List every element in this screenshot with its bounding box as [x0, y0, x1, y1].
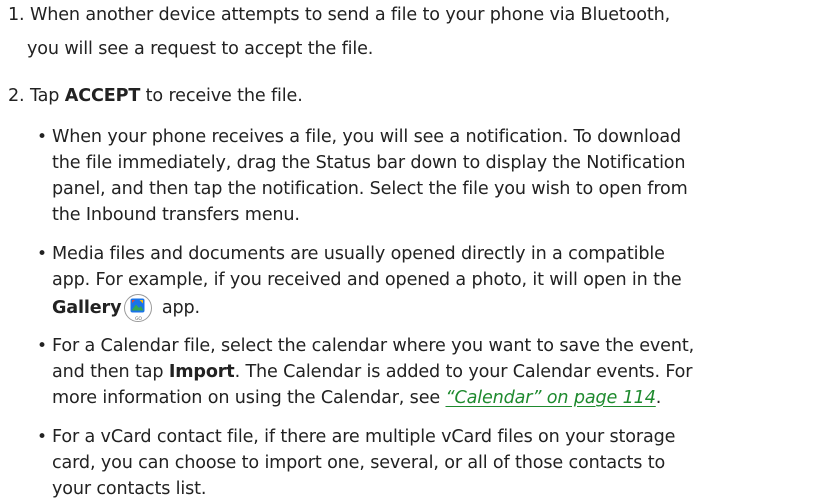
gallery-go-app-icon: GO: [124, 294, 153, 322]
step-2-number: 2.: [8, 86, 25, 106]
bullet-4-line-1: For a vCard contact file, if there are m…: [52, 427, 676, 447]
accept-keyword: ACCEPT: [64, 86, 141, 106]
step-1-line-2: you will see a request to accept the fil…: [27, 39, 374, 59]
bullet-4-line-3: your contacts list.: [52, 479, 207, 499]
calendar-page-link[interactable]: “Calendar” on page 114: [446, 388, 656, 408]
bullet-3-line-3: more information on using the Calendar, …: [52, 388, 662, 408]
bullet-3-line-1: For a Calendar file, select the calendar…: [52, 336, 695, 356]
import-keyword: Import: [168, 362, 235, 382]
bullet-2-line-2: app. For example, if you received and op…: [52, 270, 682, 290]
bullet-1-marker: •: [37, 127, 48, 147]
gallery-photo-glyph: [130, 298, 145, 313]
bullet-1-line-2: the file immediately, drag the Status ba…: [52, 153, 686, 173]
bullet-3-marker: •: [37, 336, 48, 356]
bullet-1-line-3: panel, and then tap the notification. Se…: [52, 179, 688, 199]
gallery-app-name: Gallery: [52, 298, 122, 318]
step-2-line: 2. Tap ACCEPT to receive the file.: [8, 86, 303, 106]
bullet-4-marker: •: [37, 427, 48, 447]
gallery-go-label: GO: [135, 317, 142, 322]
bullet-4-line-2: card, you can choose to import one, seve…: [52, 453, 666, 473]
bullet-2-line-3: Gallery GO app.: [52, 294, 200, 322]
step-1-line-1: 1. When another device attempts to send …: [8, 5, 671, 25]
bullet-2-marker: •: [37, 244, 48, 264]
document-page: 1. When another device attempts to send …: [0, 0, 823, 499]
step-1-number: 1.: [8, 5, 25, 25]
bullet-1-line-1: When your phone receives a file, you wil…: [52, 127, 682, 147]
bullet-3-line-2: and then tap Import. The Calendar is add…: [52, 362, 693, 382]
bullet-1-line-4: the Inbound transfers menu.: [52, 205, 300, 225]
bullet-2-line-1: Media files and documents are usually op…: [52, 244, 665, 264]
